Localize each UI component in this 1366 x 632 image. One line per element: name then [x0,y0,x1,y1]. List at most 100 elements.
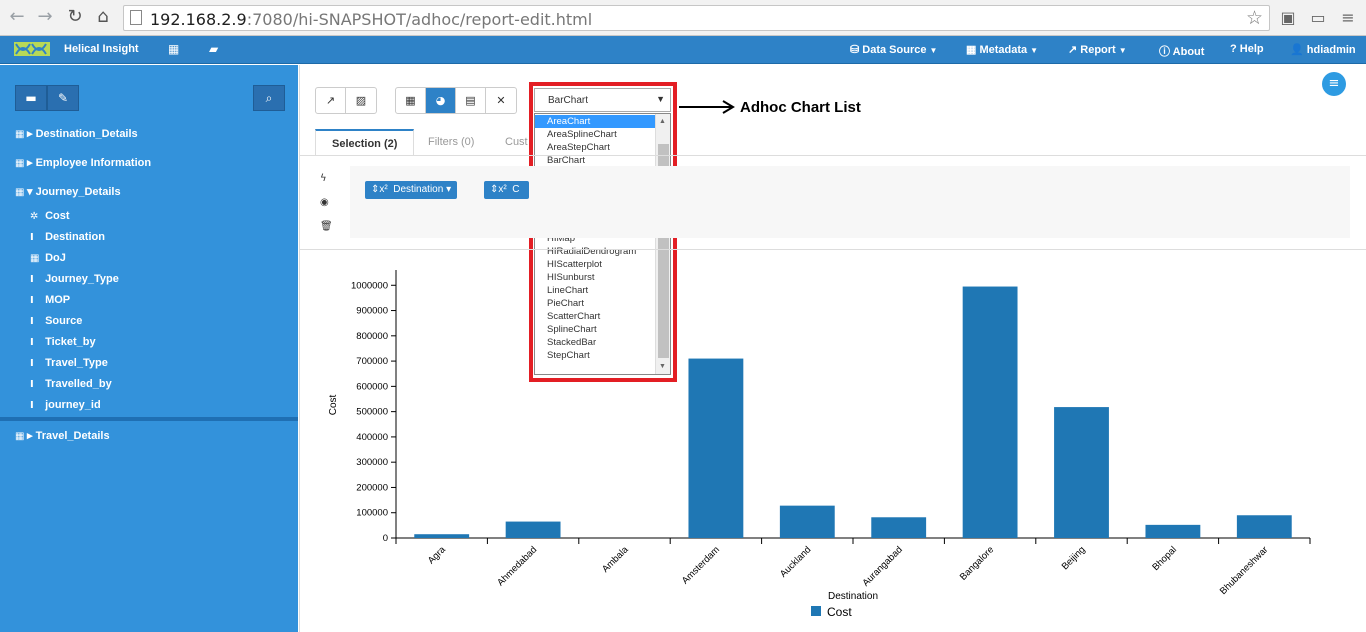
url-text: 192.168.2.9:7080/hi-SNAPSHOT/adhoc/repor… [150,10,593,29]
eye-slash-icon[interactable]: ◉ [320,197,329,208]
tab-custom[interactable]: Cust [489,129,544,156]
list-view-button[interactable]: ▬ [15,85,47,111]
text-icon: Ⅰ [30,295,34,306]
field-pill-cost[interactable]: ⇕x² C [484,181,529,199]
tab-underline [300,155,1366,156]
text-icon: Ⅰ [30,358,34,369]
x-tick-label: Beijing [1060,544,1088,572]
grid-icon[interactable]: ▦ [168,42,179,56]
text-icon: Ⅰ [30,337,34,348]
bookmark-star-icon[interactable]: ☆ [1246,7,1263,29]
x-tick-label: Ahmedabad [495,544,539,588]
field-source[interactable]: Ⅰ Source [30,315,82,327]
x-tick-label: Bangalore [958,544,996,582]
y-tick-label: 400000 [356,432,388,443]
table-view-icon[interactable]: ▦ [396,88,426,113]
menu-data-source[interactable]: ⛁ Data Source ▼ [850,43,937,56]
bar [779,505,835,538]
bar [962,286,1018,538]
tree-table-employee-information[interactable]: ▦ ▸ Employee Information [15,156,151,169]
tree-table-travel-details[interactable]: ▦ ▸ Travel_Details [15,429,110,442]
table-icon: ▦ [15,187,25,198]
y-tick-label: 800000 [356,331,388,342]
y-tick-label: 300000 [356,457,388,468]
cast-icon[interactable]: ▭ [1308,8,1328,28]
calendar-icon: ▦ [30,253,40,264]
home-icon[interactable]: ⌂ [92,6,114,28]
brand-name[interactable]: Helical Insight [64,43,139,55]
x-tick-label: Ambala [600,544,631,575]
field-travelled-by[interactable]: Ⅰ Travelled_by [30,378,112,390]
legend-label: Cost [827,605,852,619]
tree-table-journey-details[interactable]: ▦ ▾ Journey_Details [15,185,121,198]
lightning-icon[interactable]: ϟ [320,173,327,184]
tab-filters[interactable]: Filters (0) [412,129,490,156]
text-icon: Ⅰ [30,379,34,390]
back-icon[interactable]: ← [6,6,28,28]
tab-selection[interactable]: Selection (2) [315,129,415,156]
chrome-menu-icon[interactable]: ≡ [1338,8,1358,28]
browser-toolbar: ← → ↻ ⌂ 192.168.2.9:7080/hi-SNAPSHOT/adh… [0,0,1366,36]
field-cost[interactable]: ✲ Cost [30,210,70,222]
y-tick-label: 1000000 [351,280,388,291]
field-destination[interactable]: Ⅰ Destination [30,231,105,243]
extension-icon[interactable]: ▣ [1278,8,1298,28]
forward-icon[interactable]: → [34,6,56,28]
menu-metadata[interactable]: ▦ Metadata ▼ [966,43,1038,56]
field-doj[interactable]: ▦ DoJ [30,252,66,264]
line-chart-icon[interactable]: ↗ [316,88,346,113]
metadata-sidebar: ▬ ✎ ⌕ ▦ ▸ Destination_Details ▦ ▸ Employee… [0,65,298,632]
y-tick-label: 700000 [356,356,388,367]
field-pill-destination[interactable]: ⇕x² Destination ▾ [365,181,458,199]
pie-chart-icon[interactable]: ◕ [426,88,456,113]
x-tick-label: Bhopal [1150,544,1179,573]
text-icon: Ⅰ [30,232,34,243]
field-journey-type[interactable]: Ⅰ Journey_Type [30,273,119,285]
y-tick-label: 100000 [356,508,388,519]
image-icon[interactable]: ▨ [346,88,376,113]
trash-icon[interactable]: 🗑 [320,221,333,232]
bar [1236,515,1292,538]
output-toolbar: ▦ ◕ ▤ ✕ [395,87,517,114]
field-travel-type[interactable]: Ⅰ Travel_Type [30,357,108,369]
bar [1145,524,1201,538]
folder-open-icon[interactable]: ▰ [209,42,218,56]
menu-report[interactable]: ↗ Report ▼ [1068,43,1127,56]
page-icon [130,10,142,25]
tree-table-destination-details[interactable]: ▦ ▸ Destination_Details [15,127,138,140]
view-toolbar: ↗ ▨ [315,87,377,114]
bar [871,517,927,538]
y-tick-label: 900000 [356,306,388,317]
y-tick-label: 600000 [356,381,388,392]
bar-chart: 0 100000 200000 300000 400000 500000 600000 700… [328,270,1311,619]
menu-help[interactable]: ? Help [1230,43,1264,55]
field-journey-id[interactable]: Ⅰ journey_id [30,399,101,411]
search-button[interactable]: ⌕ [253,85,285,111]
crosstab-icon[interactable]: ▤ [456,88,486,113]
sidebar-divider [0,417,298,421]
fullscreen-icon[interactable]: ✕ [486,88,516,113]
address-bar[interactable]: 192.168.2.9:7080/hi-SNAPSHOT/adhoc/repor… [123,5,1270,31]
text-icon: Ⅰ [30,274,34,285]
panel-divider [300,249,1366,250]
text-icon: Ⅰ [30,316,34,327]
y-axis-label: Cost [328,394,339,415]
x-tick-label: Aurangabad [860,544,904,588]
table-icon: ▦ [15,431,25,442]
helical-logo [14,42,50,56]
field-ticket-by[interactable]: Ⅰ Ticket_by [30,336,96,348]
menu-user[interactable]: 👤 hdiadmin [1290,43,1356,56]
x-tick-label: Amsterdam [680,544,722,586]
menu-about[interactable]: ⓘ About [1159,43,1204,59]
y-tick-label: 200000 [356,482,388,493]
x-tick-label: Auckland [778,544,813,579]
selection-panel [350,166,1350,238]
callout-label: Adhoc Chart List [740,99,861,116]
edit-button[interactable]: ✎ [47,85,79,111]
hamburger-menu-icon[interactable]: ≡ [1322,72,1346,96]
field-mop[interactable]: Ⅰ MOP [30,294,70,306]
table-icon: ▦ [15,129,25,140]
bar [688,358,744,538]
reload-icon[interactable]: ↻ [64,6,86,28]
table-icon: ▦ [15,158,25,169]
